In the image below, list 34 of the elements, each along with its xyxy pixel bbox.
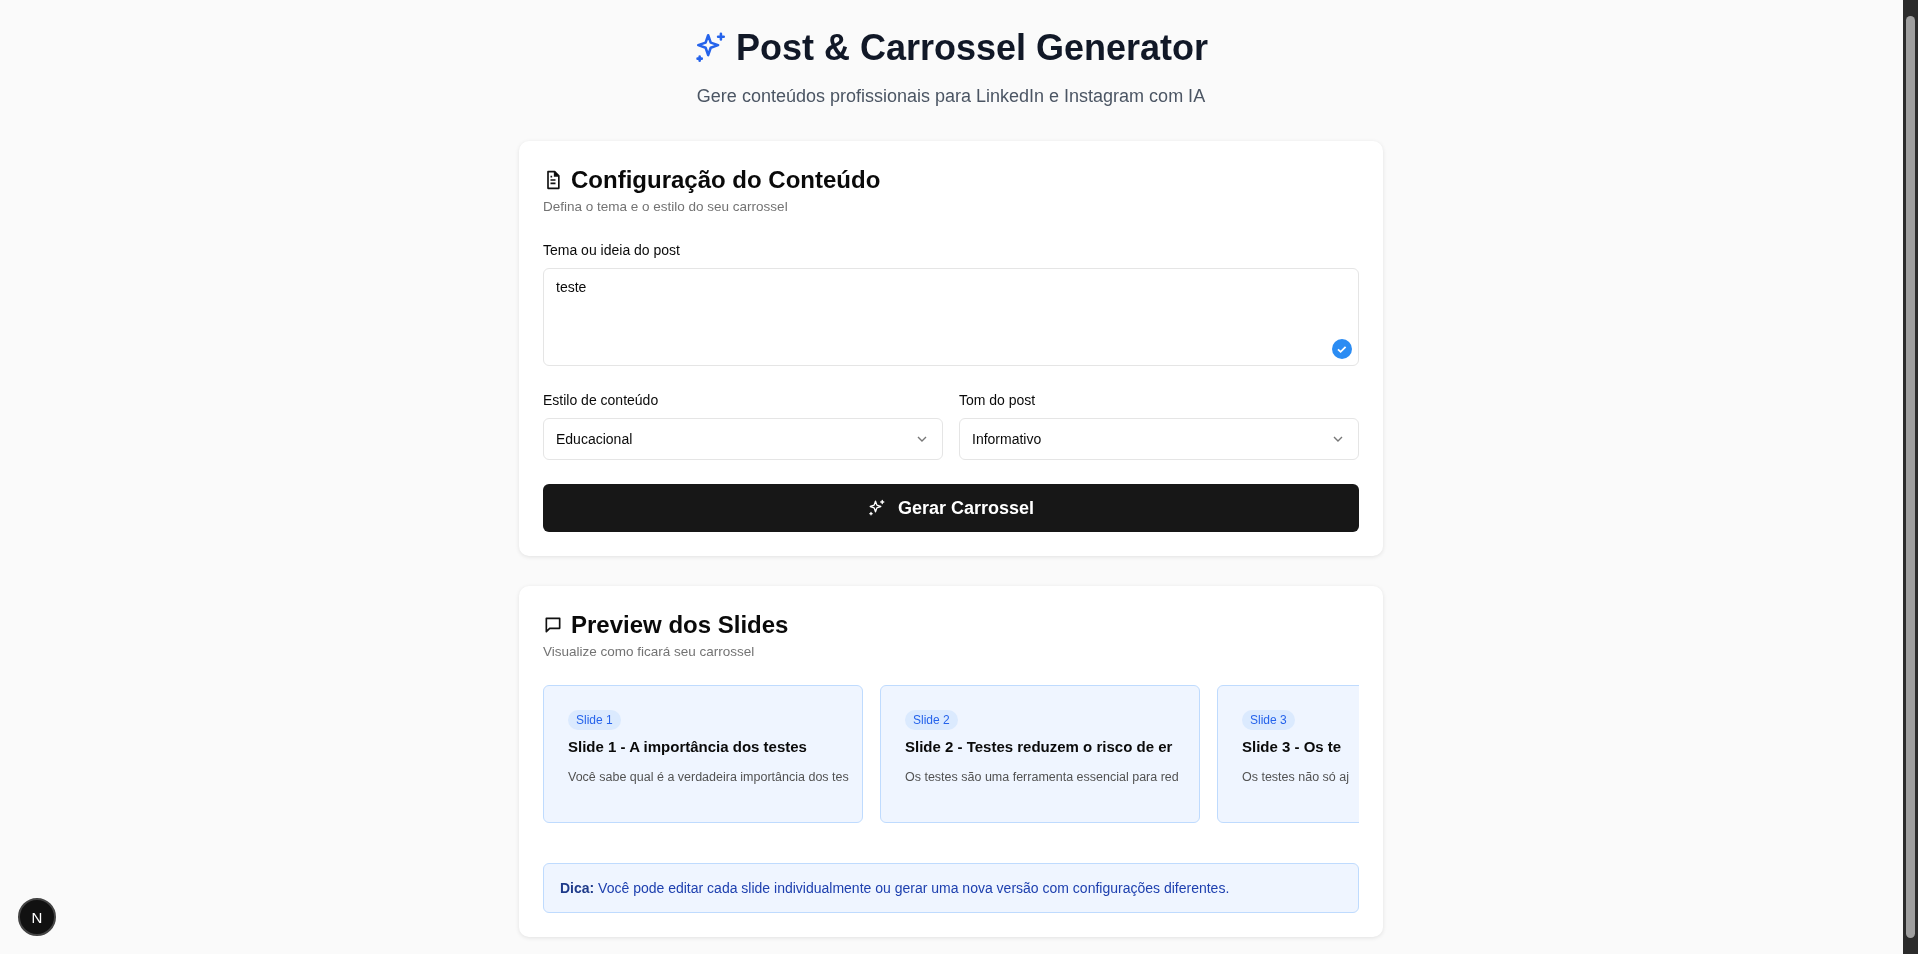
page-title: Post & Carrossel Generator [735, 26, 1209, 70]
select-value: Educacional [556, 431, 633, 447]
slide-card[interactable]: Slide 1 Slide 1 - A importância dos testes Você sabe qual é a verdadeira importância dos tes [543, 685, 863, 823]
slide-title: Slide 1 - A importância dos testes [568, 738, 807, 755]
field-label: Estilo de conteúdo [543, 392, 660, 408]
generate-button[interactable]: Gerar Carrossel [543, 484, 1359, 532]
slide-badge: Slide 3 [1242, 710, 1295, 730]
field-label: Tom do post [959, 392, 1037, 408]
dev-tools-button[interactable]: N [18, 898, 56, 936]
topic-field[interactable]: teste [543, 268, 1359, 366]
select-value: Informativo [972, 431, 1042, 447]
select-field[interactable]: Informativo [959, 418, 1359, 460]
field-label: Tema ou ideia do post [543, 242, 681, 258]
slide-title: Slide 2 - Testes reduzem o risco de er [905, 738, 1173, 755]
slide-text: Os testes são uma ferramenta essencial para red [905, 770, 1179, 784]
slide-text: Você sabe qual é a verdadeira importância dos tes [568, 770, 849, 784]
page-subtitle: Gere conteúdos profissionais para LinkedIn e Instagram com IA [696, 86, 1206, 107]
card-description: Visualize como ficará seu carrossel [543, 644, 756, 659]
card-title: Configuração do Conteúdo [571, 165, 881, 195]
slide-card[interactable]: Slide 3 Slide 3 - Os te Os testes não só aj [1217, 685, 1359, 823]
slide-card[interactable]: Slide 2 Slide 2 - Testes reduzem o risco de er Os testes são uma ferramenta essencial para red [880, 685, 1200, 823]
slide-text: Os testes não só aj [1242, 770, 1349, 784]
card-title: Preview dos Slides [571, 610, 789, 640]
chat-bubble-icon [543, 615, 563, 635]
slide-title: Slide 3 - Os te [1242, 738, 1342, 755]
scrollbar[interactable] [1903, 0, 1918, 954]
field-value: teste [556, 279, 587, 295]
slide-badge: Slide 2 [905, 710, 958, 730]
sparkle-icon [867, 499, 886, 517]
tip-text: Dica: Você pode editar cada slide individualmente ou gerar uma nova versão com configurações diferentes. [560, 880, 1231, 896]
card-description: Defina o tema e o estilo do seu carrossel [543, 199, 789, 214]
slide-badge: Slide 1 [568, 710, 621, 730]
sparkle-icon [693, 31, 728, 65]
select-field[interactable]: Educacional [543, 418, 943, 460]
